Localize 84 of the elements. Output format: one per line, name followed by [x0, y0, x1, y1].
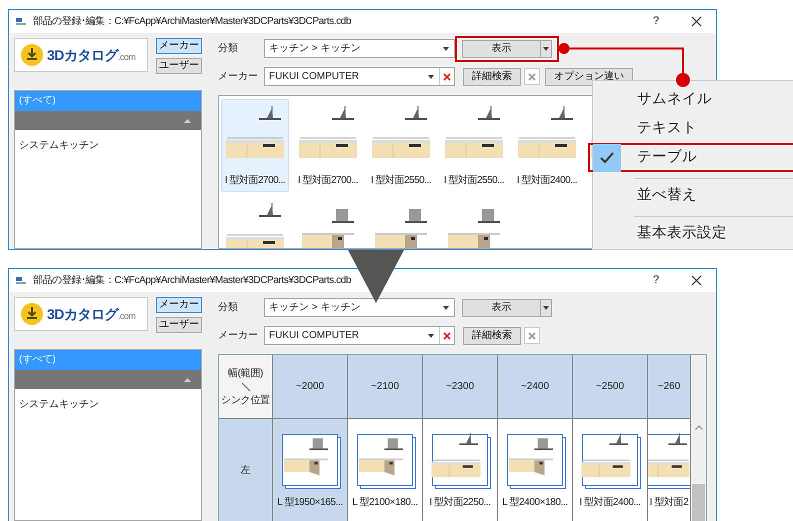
source-tab[interactable]: メーカー [156, 297, 202, 313]
view-split-button[interactable]: 表示 [462, 298, 552, 316]
category-dropdown[interactable]: キッチン > キッチン [264, 298, 455, 317]
source-tab[interactable]: ユーザー [156, 317, 202, 333]
kitchen-drawing [648, 432, 690, 478]
scroll-up-icon[interactable] [694, 425, 702, 430]
close-icon[interactable] [691, 16, 702, 27]
download-icon [21, 44, 43, 66]
clear-button[interactable] [524, 327, 540, 344]
kitchen-drawing [302, 209, 354, 248]
window-title: 部品の登録･編集：C:¥FcApp¥ArchiMaster¥Master¥3DCParts¥3DCParts.cdb [33, 274, 352, 288]
dropdown-value: キッチン > キッチン [269, 301, 362, 315]
collapse-arrow-icon[interactable] [184, 118, 191, 122]
diagonal-line [240, 382, 250, 392]
kitchen-drawing [359, 438, 403, 476]
thumbnail-item[interactable]: I 型対面2400... [513, 99, 581, 192]
caret-icon [443, 306, 449, 310]
caret-icon [543, 46, 549, 50]
kitchen-drawing [582, 432, 630, 478]
maker-dropdown[interactable]: FUKUI COMPUTER [264, 67, 455, 86]
source-tab[interactable]: メーカー [156, 38, 202, 54]
kitchen-drawing [509, 438, 553, 476]
scroll-thumb[interactable] [692, 484, 705, 521]
menu-item[interactable]: テキスト [588, 114, 793, 143]
window-title: 部品の登録･編集：C:¥FcApp¥ArchiMaster¥Master¥3DCParts¥3DCParts.cdb [33, 14, 352, 29]
header-cell-text: シンク位置 [221, 394, 270, 408]
kitchen-drawing [375, 209, 427, 248]
thumbnail-item[interactable]: I 型対面2550... [440, 99, 508, 192]
kitchen-drawing [448, 209, 500, 248]
list-item[interactable]: システムキッチン [15, 130, 201, 161]
caret-icon [443, 46, 449, 50]
kitchen-drawing [299, 106, 357, 158]
list-item[interactable]: システムキッチン [15, 389, 201, 420]
collapse-arrow-icon[interactable] [184, 378, 191, 382]
column-header: ~2000 [273, 355, 348, 419]
clear-icon [528, 332, 536, 340]
kitchen-drawing [372, 106, 430, 158]
app-icon [15, 276, 27, 286]
search-button[interactable]: 詳細検索 [463, 326, 521, 344]
kitchen-drawing [432, 432, 480, 478]
caret-icon [428, 334, 434, 338]
field-label: メーカー [218, 329, 256, 343]
field-label: 分類 [218, 42, 239, 56]
table-cell[interactable]: L 型1950×165... [273, 419, 348, 521]
menu-item[interactable]: サムネイル [588, 85, 793, 114]
clear-icon[interactable] [443, 72, 451, 80]
thumbnail-item[interactable]: I 型対面2700... [221, 99, 289, 192]
clear-icon [528, 72, 536, 80]
dropdown-value: FUKUI COMPUTER [269, 329, 360, 343]
help-button[interactable]: ? [641, 13, 671, 30]
kitchen-drawing [284, 438, 328, 476]
field-label: メーカー [218, 70, 256, 84]
clear-button[interactable] [524, 68, 540, 85]
column-header: ~2500 [573, 355, 648, 419]
clear-icon[interactable] [443, 332, 451, 340]
row-header: 左 [219, 419, 273, 521]
caret-icon [543, 306, 549, 310]
column-header: ~260 [648, 355, 691, 419]
download-icon [21, 303, 43, 325]
logo-text: 3Dカタログ.com [47, 46, 136, 64]
column-header: ~2400 [498, 355, 573, 419]
category-dropdown[interactable]: キッチン > キッチン [264, 39, 455, 58]
table-cell[interactable]: I 型対面2 [648, 419, 691, 521]
header-cell-text: 幅(範囲) [228, 366, 264, 380]
kitchen-drawing [445, 106, 503, 158]
kitchen-drawing [226, 106, 284, 158]
view-split-button[interactable]: 表示 [462, 40, 552, 58]
close-icon[interactable] [691, 275, 702, 286]
source-tab[interactable]: ユーザー [156, 58, 202, 74]
dropdown-value: FUKUI COMPUTER [269, 70, 360, 84]
field-label: 分類 [218, 300, 239, 315]
scrollbar[interactable] [691, 355, 706, 521]
dropdown-value: キッチン > キッチン [269, 42, 362, 56]
kitchen-drawing [518, 106, 576, 158]
logo-text: 3Dカタログ.com [47, 304, 136, 324]
maker-dropdown[interactable]: FUKUI COMPUTER [264, 326, 455, 345]
column-header: ~2300 [423, 355, 498, 419]
caret-icon [428, 74, 434, 78]
app-icon [15, 16, 27, 26]
thumbnail-item[interactable]: I 型対面2700... [294, 99, 362, 192]
search-button[interactable]: 詳細検索 [463, 68, 521, 86]
thumbnail-item[interactable]: I 型対面2550... [367, 99, 435, 192]
help-button[interactable]: ? [641, 272, 671, 289]
column-header: ~2100 [348, 355, 423, 419]
